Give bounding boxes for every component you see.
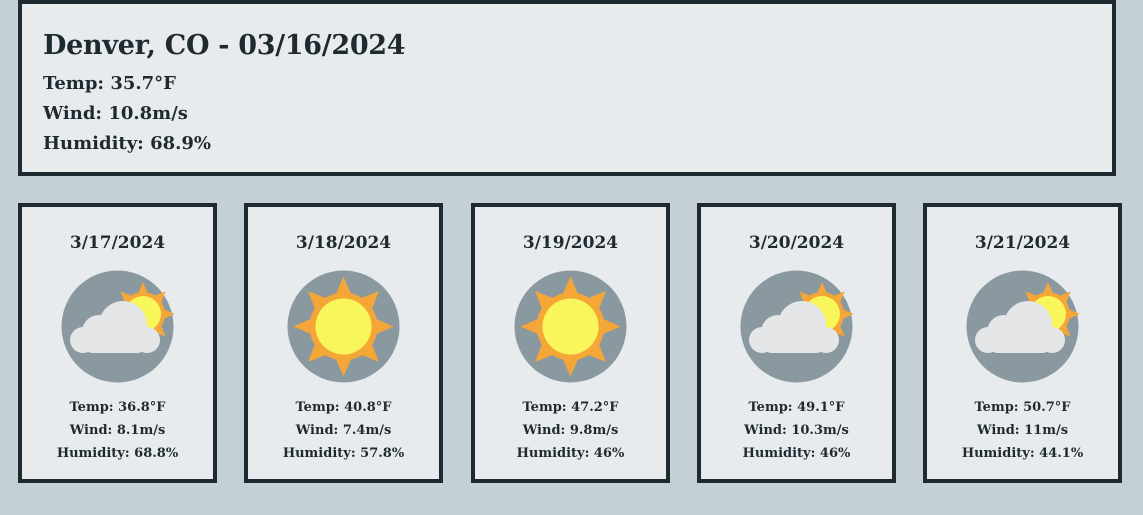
forecast-wind: Wind: 8.1m/s — [69, 423, 166, 438]
partly-cloudy-icon — [966, 270, 1079, 383]
forecast-temp: Temp: 40.8°F — [295, 400, 392, 415]
sun-icon — [514, 270, 627, 383]
forecast-date: 3/19/2024 — [522, 233, 619, 253]
forecast-card: 3/19/2024 Temp: 47.2°F Wind: 9.8m/s Humi… — [471, 203, 670, 483]
forecast-humidity: Humidity: 57.8% — [282, 446, 405, 461]
forecast-date: 3/21/2024 — [974, 233, 1071, 253]
forecast-card: 3/21/2024 Temp: 50.7°F Wind: 11m/s Humid… — [923, 203, 1122, 483]
forecast-humidity: Humidity: 46% — [516, 446, 625, 461]
forecast-date: 3/20/2024 — [748, 233, 845, 253]
forecast-row: 3/17/2024 Temp: 36.8°F Wind: 8.1m/s Humi… — [18, 203, 1122, 483]
current-humidity: Humidity: 68.9% — [43, 133, 212, 154]
current-temp: Temp: 35.7°F — [43, 73, 176, 94]
forecast-card: 3/18/2024 Temp: 40.8°F Wind: 7.4m/s Humi… — [244, 203, 443, 483]
current-wind: Wind: 10.8m/s — [43, 103, 188, 124]
forecast-temp: Temp: 36.8°F — [69, 400, 166, 415]
forecast-wind: Wind: 10.3m/s — [744, 423, 849, 438]
forecast-wind: Wind: 9.8m/s — [522, 423, 619, 438]
forecast-wind: Wind: 11m/s — [976, 423, 1069, 438]
forecast-humidity: Humidity: 68.8% — [56, 446, 179, 461]
forecast-wind: Wind: 7.4m/s — [295, 423, 392, 438]
forecast-temp: Temp: 49.1°F — [748, 400, 845, 415]
forecast-date: 3/17/2024 — [69, 233, 166, 253]
partly-cloudy-icon — [61, 270, 174, 383]
forecast-card: 3/17/2024 Temp: 36.8°F Wind: 8.1m/s Humi… — [18, 203, 217, 483]
current-title: Denver, CO - 03/16/2024 — [43, 30, 406, 61]
forecast-temp: Temp: 47.2°F — [522, 400, 619, 415]
forecast-humidity: Humidity: 46% — [742, 446, 851, 461]
current-weather-panel: Denver, CO - 03/16/2024 Temp: 35.7°F Win… — [18, 0, 1116, 176]
forecast-humidity: Humidity: 44.1% — [961, 446, 1084, 461]
forecast-card: 3/20/2024 Temp: 49.1°F Wind: 10.3m/s Hum… — [697, 203, 896, 483]
forecast-date: 3/18/2024 — [295, 233, 392, 253]
partly-cloudy-icon — [740, 270, 853, 383]
sun-icon — [287, 270, 400, 383]
forecast-temp: Temp: 50.7°F — [974, 400, 1071, 415]
